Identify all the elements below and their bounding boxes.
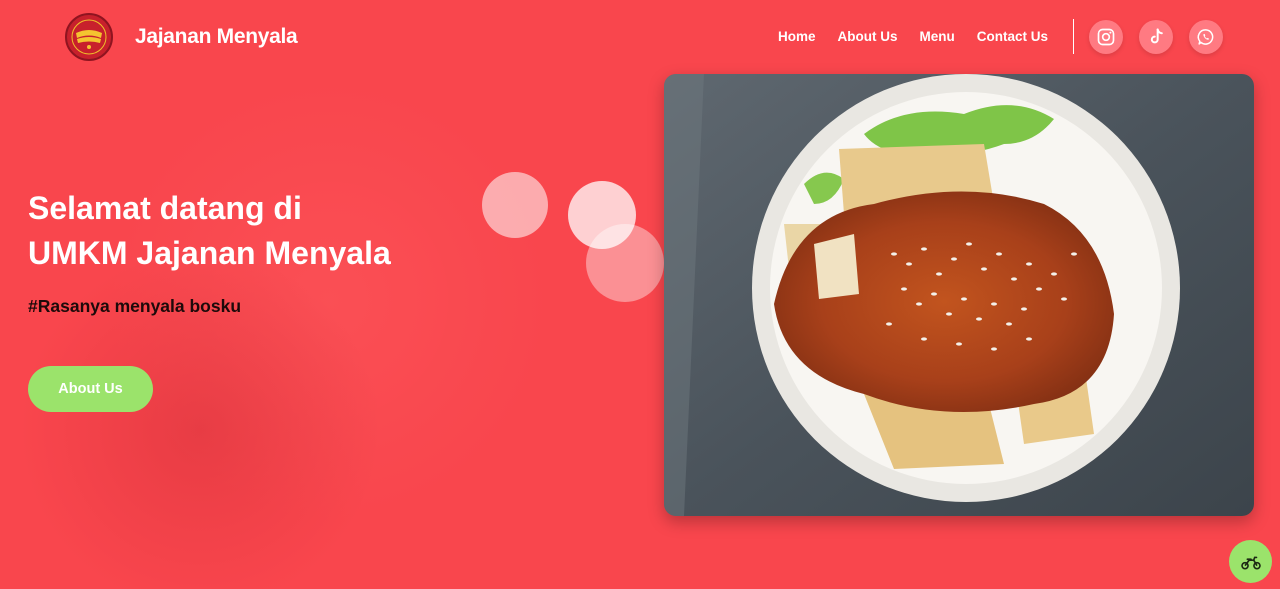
hero-title: Selamat datang di UMKM Jajanan Menyala xyxy=(28,186,468,276)
hero-tagline: #Rasanya menyala bosku xyxy=(28,296,242,316)
instagram-button[interactable] xyxy=(1089,20,1123,54)
delivery-button[interactable] xyxy=(1229,540,1272,583)
about-us-button[interactable]: About Us xyxy=(28,366,153,412)
tiktok-button[interactable] xyxy=(1139,20,1173,54)
hero-title-line1: Selamat datang di xyxy=(28,190,302,226)
tiktok-icon xyxy=(1150,28,1163,44)
food-bowl-illustration xyxy=(664,74,1254,516)
whatsapp-button[interactable] xyxy=(1189,20,1223,54)
whatsapp-icon xyxy=(1197,29,1214,45)
instagram-icon xyxy=(1097,28,1115,46)
brand-name[interactable]: Jajanan Menyala xyxy=(135,25,298,49)
motorbike-icon xyxy=(1240,556,1261,570)
nav-divider xyxy=(1073,19,1074,54)
brand-logo-icon[interactable] xyxy=(65,13,113,61)
food-bowl-image xyxy=(664,74,1254,516)
nav-contact-us[interactable]: Contact Us xyxy=(977,29,1048,44)
decor-bubble xyxy=(586,224,664,302)
main-nav: Home About Us Menu Contact Us xyxy=(778,29,1070,44)
hero-page: Jajanan Menyala Home About Us Menu Conta… xyxy=(0,0,1280,589)
decor-bubble xyxy=(482,172,548,238)
hero-title-line2: UMKM Jajanan Menyala xyxy=(28,235,391,271)
logo-graphic xyxy=(69,17,109,57)
nav-menu[interactable]: Menu xyxy=(920,29,955,44)
nav-home[interactable]: Home xyxy=(778,29,816,44)
nav-about-us[interactable]: About Us xyxy=(838,29,898,44)
